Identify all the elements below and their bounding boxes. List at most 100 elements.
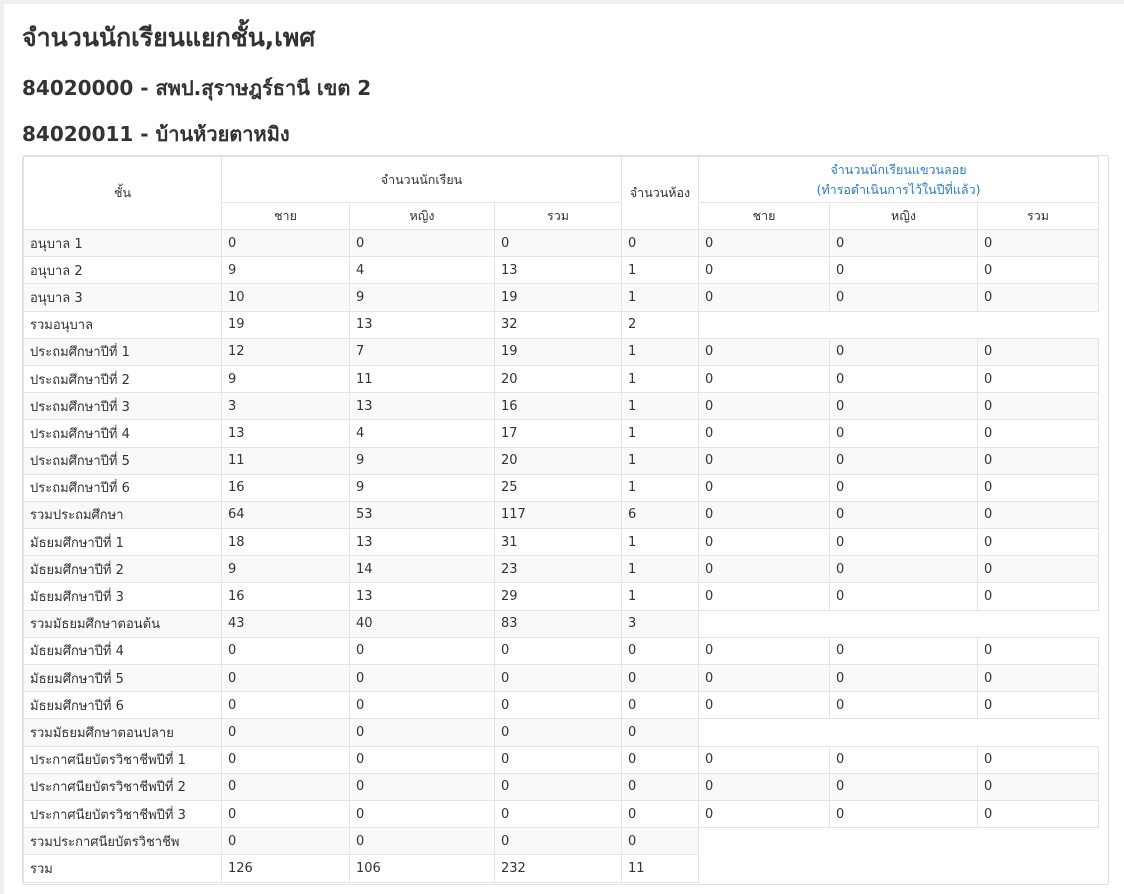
- cell-floating-total: 0: [977, 500, 1100, 530]
- cell-grade: ประกาศนียบัตรวิชาชีพปีที่ 1: [23, 745, 222, 774]
- cell-female: 14: [349, 555, 495, 584]
- cell-grade: ประกาศนียบัตรวิชาชีพปีที่ 2: [23, 772, 222, 801]
- cell-grade: รวมมัธยมศึกษาตอนปลาย: [23, 718, 222, 747]
- cell-female: 0: [349, 827, 495, 856]
- cell-floating-female: 0: [829, 337, 979, 366]
- cell-floating-male: 0: [698, 772, 831, 801]
- cell-grade: ประถมศึกษาปีที่ 1: [23, 337, 222, 366]
- cell-grade: รวมประกาศนียบัตรวิชาชีพ: [23, 827, 222, 856]
- cell-male: 0: [221, 228, 350, 258]
- col-floating-header[interactable]: จำนวนนักเรียนแขวนลอย (ทำรอดำเนินการไว้ใน…: [698, 156, 1100, 203]
- table-row: มัธยมศึกษาปีที่ 50000000: [23, 663, 1100, 693]
- cell-rooms: 0: [621, 827, 700, 856]
- table-row: มัธยมศึกษาปีที่ 60000000: [23, 691, 1100, 720]
- cell-male: 10: [221, 283, 350, 312]
- cell-male: 0: [221, 718, 350, 747]
- table-row: ประถมศึกษาปีที่ 3 3 13 16 1 0 0 0: [23, 392, 1100, 421]
- cell-male: 0: [221, 745, 350, 774]
- cell-floating-empty: [698, 718, 1099, 747]
- cell-total: 17: [493, 419, 623, 448]
- floating-header-line2: (ทำรอดำเนินการไว้ในปีที่แล้ว): [816, 181, 981, 197]
- cell-floating-male: 0: [698, 283, 831, 312]
- cell-floating-total: 0: [977, 283, 1100, 312]
- cell-total: 232: [493, 854, 623, 883]
- cell-floating-female: 0: [829, 256, 979, 285]
- cell-total: 25: [493, 473, 623, 502]
- cell-male: 16: [221, 582, 350, 611]
- cell-male: 9: [221, 256, 350, 285]
- table-row: รวมอนุบาล 19 13 32 2: [23, 310, 1099, 339]
- table-row: มัธยมศึกษาปีที่ 3 16 13 29 1 0 0 0: [23, 582, 1100, 611]
- cell-rooms: 1: [621, 364, 700, 394]
- cell-grade: ประกาศนียบัตรวิชาชีพปีที่ 3: [23, 799, 222, 829]
- cell-female: 7: [349, 337, 495, 366]
- cell-male: 0: [221, 827, 350, 856]
- cell-total: 0: [493, 663, 623, 693]
- cell-floating-male: 0: [698, 228, 831, 258]
- cell-rooms: 0: [621, 691, 700, 720]
- cell-male: 126: [221, 854, 350, 883]
- cell-floating-empty: [698, 854, 1099, 882]
- cell-floating-empty: [698, 311, 1099, 339]
- table-row: รวมประกาศนียบัตรวิชาชีพ 0 0 0 0: [23, 827, 1099, 856]
- cell-floating-male: 0: [698, 337, 831, 366]
- cell-total: 0: [493, 827, 623, 856]
- cell-rooms: 1: [621, 337, 700, 366]
- table-row: รวมมัธยมศึกษาตอนปลาย 0 0 0 0: [23, 718, 1099, 747]
- cell-total: 19: [493, 283, 623, 312]
- cell-floating-female: 0: [829, 364, 979, 394]
- col-floating-female-header: หญิง: [829, 202, 979, 230]
- cell-floating-total: 0: [977, 256, 1100, 285]
- col-floating-male-header: ชาย: [698, 202, 831, 230]
- cell-male: 0: [221, 772, 350, 801]
- floating-header-line1: จำนวนนักเรียนแขวนลอย: [830, 161, 967, 177]
- cell-floating-female: 0: [829, 528, 979, 557]
- cell-floating-total: 0: [977, 528, 1100, 557]
- cell-grade: มัธยมศึกษาปีที่ 4: [23, 636, 222, 666]
- cell-male: 9: [221, 364, 350, 394]
- cell-floating-male: 0: [698, 663, 831, 693]
- cell-total: 13: [493, 256, 623, 285]
- cell-floating-female: 0: [829, 799, 979, 829]
- cell-floating-total: 0: [977, 337, 1100, 366]
- cell-total: 23: [493, 555, 623, 584]
- cell-rooms: 0: [621, 228, 700, 258]
- cell-floating-male: 0: [698, 745, 831, 774]
- cell-male: 9: [221, 555, 350, 584]
- cell-grade: มัธยมศึกษาปีที่ 2: [23, 555, 222, 584]
- cell-grade: รวมประถมศึกษา: [23, 500, 222, 530]
- cell-female: 53: [349, 500, 495, 530]
- cell-floating-female: 0: [829, 772, 979, 801]
- cell-male: 0: [221, 636, 350, 666]
- cell-grade: รวม: [23, 854, 222, 883]
- cell-rooms: 6: [621, 500, 700, 530]
- cell-female: 13: [349, 582, 495, 611]
- cell-female: 0: [349, 636, 495, 666]
- cell-floating-male: 0: [698, 528, 831, 557]
- cell-rooms: 1: [621, 392, 700, 421]
- cell-rooms: 0: [621, 799, 700, 829]
- cell-total: 20: [493, 364, 623, 394]
- table-row: ประถมศึกษาปีที่ 6 16 9 25 1 0 0 0: [23, 473, 1100, 502]
- cell-rooms: 1: [621, 419, 700, 448]
- cell-rooms: 1: [621, 473, 700, 502]
- cell-grade: อนุบาล 3: [23, 283, 222, 312]
- cell-floating-female: 0: [829, 555, 979, 584]
- cell-floating-total: 0: [977, 392, 1100, 421]
- table-row: ประถมศึกษาปีที่ 5 11 9 20 1 0 0 0: [23, 446, 1100, 475]
- cell-floating-male: 0: [698, 392, 831, 421]
- table-row: มัธยมศึกษาปีที่ 2 9 14 23 1 0 0 0: [23, 555, 1100, 584]
- cell-male: 0: [221, 691, 350, 720]
- cell-floating-total: 0: [977, 799, 1100, 829]
- table-row: มัธยมศึกษาปีที่ 40000000: [23, 636, 1100, 666]
- cell-floating-male: 0: [698, 799, 831, 829]
- cell-grade: ประถมศึกษาปีที่ 3: [23, 392, 222, 421]
- cell-female: 0: [349, 691, 495, 720]
- cell-floating-female: 0: [829, 691, 979, 720]
- table-row: อนุบาล 2 9 4 13 1 0 0 0: [23, 256, 1100, 285]
- cell-female: 9: [349, 446, 495, 475]
- cell-female: 0: [349, 799, 495, 829]
- cell-floating-male: 0: [698, 500, 831, 530]
- students-table-panel: ชั้น จำนวนนักเรียน จำนวนห้อง จำนวนนักเรี…: [22, 155, 1109, 885]
- cell-total: 0: [493, 718, 623, 747]
